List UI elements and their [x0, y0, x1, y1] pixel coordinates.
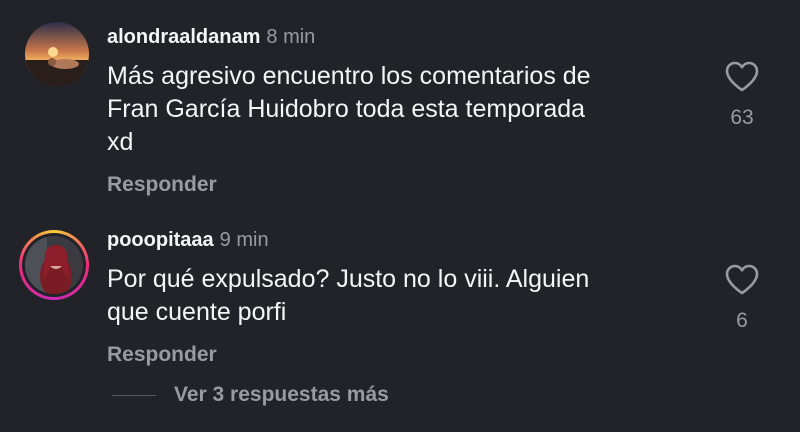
more-replies-toggle[interactable]: Ver 3 respuestas más — [112, 381, 389, 409]
comment-text-line: Fran García Huidobro toda esta temporada — [107, 95, 586, 123]
comment-header: pooopitaaa 9 min — [107, 228, 269, 252]
comment-text-line: Por qué expulsado? Justo no lo viii. Alg… — [107, 265, 590, 293]
reply-button[interactable]: Responder — [107, 173, 217, 197]
heart-icon[interactable] — [725, 61, 759, 92]
like-count: 63 — [730, 106, 754, 129]
view-more-replies-button[interactable]: Ver 3 respuestas más — [174, 383, 389, 407]
comment-header: alondraaldanam 8 min — [107, 25, 315, 49]
comment-text: Más agresivo encuentro los comentarios d… — [107, 60, 697, 159]
comment-text-line: xd — [107, 128, 134, 156]
sunset-photo-avatar-icon — [25, 22, 89, 86]
avatar[interactable] — [19, 230, 89, 300]
timestamp: 8 min — [266, 26, 316, 48]
heart-icon[interactable] — [725, 264, 759, 295]
like-count: 6 — [736, 309, 748, 332]
comment-text: Por qué expulsado? Justo no lo viii. Alg… — [107, 263, 697, 329]
like-control: 63 — [722, 61, 762, 130]
username[interactable]: pooopitaaa — [107, 229, 214, 251]
red-hair-portrait-avatar-icon — [25, 236, 83, 294]
avatar[interactable] — [25, 22, 89, 86]
comment-text-line: Más agresivo encuentro los comentarios d… — [107, 62, 591, 90]
divider — [112, 394, 156, 396]
timestamp: 9 min — [219, 229, 269, 251]
comment-text-line: que cuente porfi — [107, 298, 287, 326]
reply-button[interactable]: Responder — [107, 343, 217, 367]
like-control: 6 — [722, 264, 762, 333]
username[interactable]: alondraaldanam — [107, 26, 260, 48]
